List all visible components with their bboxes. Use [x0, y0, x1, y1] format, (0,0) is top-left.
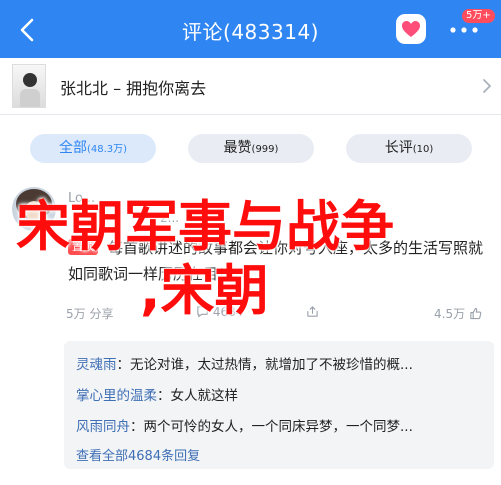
share-icon [307, 306, 318, 317]
tab-long-count: (10) [412, 144, 434, 155]
tab-top[interactable]: 最赞(999) [188, 134, 314, 163]
reply-preview[interactable]: 灵魂雨：无论对谁，太过热情，就增加了不被珍惜的概... 掌心里的温柔：女人就这样… [64, 341, 494, 469]
reply-author[interactable]: 风雨同舟 [76, 419, 130, 435]
share-count: 5万 [66, 307, 86, 321]
reply-item[interactable]: 灵魂雨：无论对谁，太过热情，就增加了不被珍惜的概... [76, 353, 413, 373]
reply-item[interactable]: 风雨同舟：两个可怜的女人，一个同床异梦，一个同梦... [76, 415, 413, 435]
heart-button[interactable] [396, 14, 426, 44]
comment-actions: 5万 分享 4684 4.5万 [64, 303, 494, 323]
chevron-right-icon [483, 79, 491, 93]
share-arrow-button[interactable] [306, 305, 319, 319]
like-count: 4.5万 [434, 307, 466, 321]
comments-page: 评论(483314) 5万+ 张北北 – 拥抱你离去 全部(48.3万) 最赞(… [0, 0, 501, 485]
top-bar: 评论(483314) 5万+ [0, 0, 501, 58]
song-header[interactable]: 张北北 – 拥抱你离去 [0, 58, 501, 115]
heart-icon [402, 21, 420, 37]
view-all-replies-link[interactable]: 查看全部4684条回复 [76, 445, 200, 464]
reply-text: 无论对谁，太过热情，就增加了不被珍惜的概... [130, 357, 413, 373]
tab-long-label: 长评 [384, 140, 413, 156]
heart-count-badge: 5万+ [462, 9, 495, 23]
song-cover [12, 64, 46, 108]
song-title: 张北北 – 拥抱你离去 [60, 79, 207, 98]
reply-author[interactable]: 掌心里的温柔 [76, 388, 157, 404]
tab-top-count: (999) [251, 144, 279, 155]
tab-all[interactable]: 全部(48.3万) [30, 134, 156, 163]
tab-top-label: 最赞 [223, 140, 252, 156]
overlay-subheadline: ,宋朝 [140, 259, 269, 322]
reply-author[interactable]: 灵魂雨 [76, 357, 117, 373]
thumbs-up-icon [470, 307, 482, 320]
reply-item[interactable]: 掌心里的温柔：女人就这样 [76, 384, 238, 404]
tab-all-count: (48.3万) [86, 144, 128, 155]
share-label: 分享 [89, 307, 114, 321]
more-options-icon[interactable] [448, 25, 480, 35]
like-button[interactable]: 4.5万 [434, 305, 482, 322]
reply-text: 两个可怜的女人，一个同床异梦，一个同梦... [143, 419, 413, 435]
tab-all-label: 全部 [58, 140, 87, 156]
filter-tabs: 全部(48.3万) 最赞(999) 长评(10) [0, 115, 501, 175]
tab-long[interactable]: 长评(10) [346, 134, 472, 163]
share-button[interactable]: 5万 分享 [66, 305, 113, 322]
reply-text: 女人就这样 [170, 388, 239, 404]
